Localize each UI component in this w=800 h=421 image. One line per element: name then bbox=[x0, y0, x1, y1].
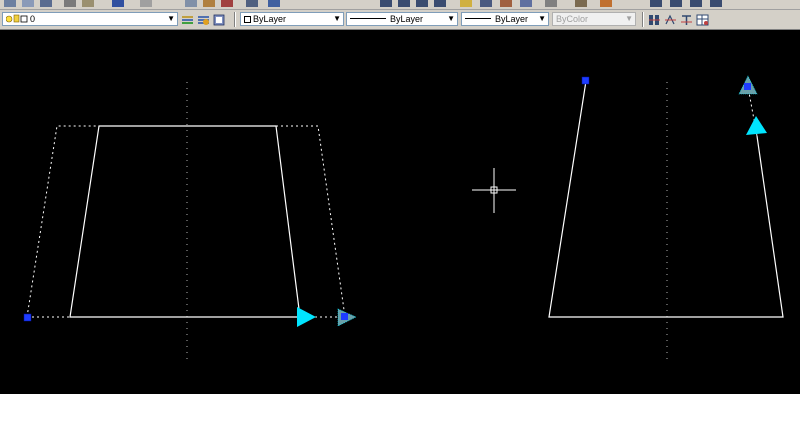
layer-states-icon[interactable] bbox=[213, 13, 226, 26]
new-icon[interactable] bbox=[4, 0, 16, 7]
hot-arrow-grip-right[interactable] bbox=[738, 75, 758, 95]
stretch-arrow-grip-right[interactable] bbox=[746, 116, 767, 135]
open-icon[interactable] bbox=[22, 0, 34, 7]
tool-palette-icon[interactable] bbox=[268, 0, 280, 7]
text-style-icon[interactable] bbox=[680, 13, 693, 25]
layer-state-icon-3[interactable] bbox=[416, 0, 428, 7]
layer-state-icon-4[interactable] bbox=[434, 0, 446, 7]
standard-toolbar bbox=[0, 0, 800, 10]
help-icon[interactable] bbox=[600, 0, 612, 7]
zoom-icon[interactable] bbox=[203, 0, 215, 7]
bottom-area bbox=[0, 394, 800, 421]
layer-previous-icon[interactable] bbox=[197, 13, 210, 25]
snap-icon[interactable] bbox=[460, 0, 472, 7]
crosshair-cursor bbox=[472, 168, 516, 213]
square-grip-right[interactable] bbox=[581, 76, 590, 85]
dim-icon[interactable] bbox=[520, 0, 532, 7]
layer-state-icon[interactable] bbox=[380, 0, 392, 7]
lineweight-sample bbox=[465, 18, 491, 19]
stretch-arrow-grip[interactable] bbox=[297, 307, 316, 327]
osnap-icon[interactable] bbox=[500, 0, 512, 7]
plotstyle-dropdown: ByColor ▼ bbox=[552, 12, 636, 26]
square-grip[interactable] bbox=[23, 313, 32, 322]
layer-dropdown-value: 0 bbox=[30, 14, 36, 24]
chevron-down-icon[interactable]: ▼ bbox=[538, 13, 546, 25]
hot-arrow-grip[interactable] bbox=[337, 308, 357, 327]
toolbar-separator bbox=[234, 12, 236, 27]
linetype-sample bbox=[350, 18, 386, 19]
block-icon[interactable] bbox=[575, 0, 587, 7]
layer-state-icon-2[interactable] bbox=[398, 0, 410, 7]
color-dropdown-value: ByLayer bbox=[253, 14, 287, 24]
layer-state-icons bbox=[6, 14, 28, 23]
toolbar-separator bbox=[642, 12, 644, 27]
lineweight-dropdown[interactable]: ByLayer ▼ bbox=[461, 12, 549, 26]
drawing-area[interactable] bbox=[0, 30, 800, 394]
triangle-shape[interactable] bbox=[548, 80, 784, 318]
view-icon-2[interactable] bbox=[670, 0, 682, 7]
chevron-down-icon[interactable]: ▼ bbox=[447, 13, 455, 25]
design-center-icon[interactable] bbox=[246, 0, 258, 7]
view-icon[interactable] bbox=[650, 0, 662, 7]
undo-icon[interactable] bbox=[112, 0, 124, 7]
drawing-canvas[interactable] bbox=[0, 30, 800, 394]
match-properties-icon[interactable] bbox=[648, 13, 661, 25]
layers-properties-toolbar: 0 ▼ ByLayer ▼ ByLayer ▼ ByLayer ▼ ByColo… bbox=[0, 10, 800, 30]
cut-icon[interactable] bbox=[64, 0, 76, 7]
table-style-icon[interactable] bbox=[696, 13, 709, 26]
view-icon-4[interactable] bbox=[710, 0, 722, 7]
color-swatch bbox=[244, 16, 251, 23]
view-icon-3[interactable] bbox=[690, 0, 702, 7]
color-dropdown[interactable]: ByLayer ▼ bbox=[240, 12, 344, 26]
chevron-down-icon[interactable]: ▼ bbox=[333, 13, 341, 25]
ortho-icon[interactable] bbox=[480, 0, 492, 7]
text-icon[interactable] bbox=[545, 0, 557, 7]
redo-icon[interactable] bbox=[140, 0, 152, 7]
properties-icon[interactable] bbox=[221, 0, 233, 7]
stretch-preview-left bbox=[26, 125, 99, 318]
lineweight-dropdown-value: ByLayer bbox=[495, 14, 529, 24]
linetype-dropdown[interactable]: ByLayer ▼ bbox=[346, 12, 458, 26]
save-icon[interactable] bbox=[40, 0, 52, 7]
trapezoid-shape[interactable] bbox=[69, 125, 301, 318]
copy-icon[interactable] bbox=[82, 0, 94, 7]
chevron-down-icon[interactable]: ▼ bbox=[167, 13, 175, 25]
layer-dropdown[interactable]: 0 ▼ bbox=[2, 12, 178, 26]
chevron-down-icon: ▼ bbox=[625, 14, 633, 23]
plotstyle-dropdown-value: ByColor bbox=[556, 14, 589, 24]
linetype-dropdown-value: ByLayer bbox=[390, 14, 424, 24]
dimension-style-icon[interactable] bbox=[664, 13, 677, 25]
make-layer-current-icon[interactable] bbox=[181, 13, 194, 25]
pan-icon[interactable] bbox=[185, 0, 197, 7]
stretch-preview-right bbox=[276, 125, 346, 318]
